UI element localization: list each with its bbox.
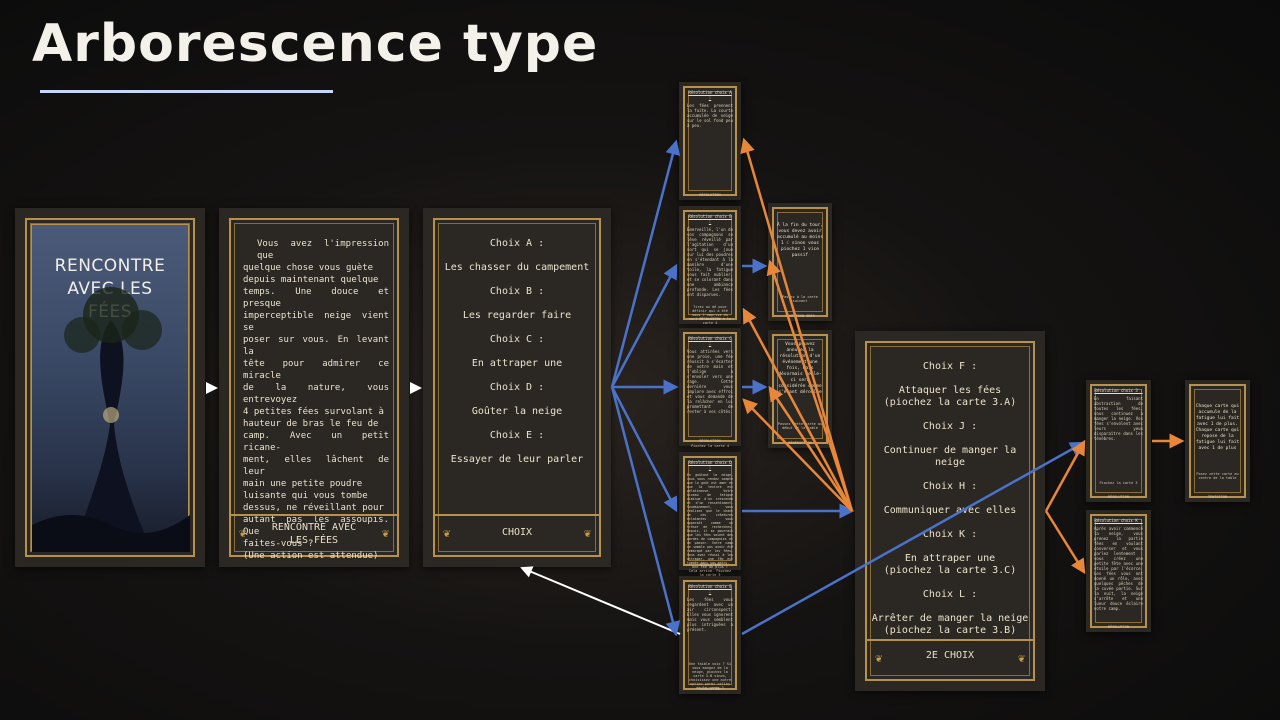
arrow-orange-5 [742, 307, 854, 512]
arrow-orange-2 [766, 259, 854, 512]
arrow-choice-d [610, 386, 678, 513]
arrow-choice-a [610, 139, 681, 388]
flow-arrows [206, 137, 1185, 637]
arrow-orange-3 [768, 385, 854, 512]
arrow-choice-e [610, 386, 681, 637]
arrow-second-to-k [1044, 510, 1086, 575]
arrow-choice-b [610, 263, 678, 388]
arrow-e-to-right [741, 441, 1086, 636]
arrow-back-to-choices [520, 566, 681, 635]
